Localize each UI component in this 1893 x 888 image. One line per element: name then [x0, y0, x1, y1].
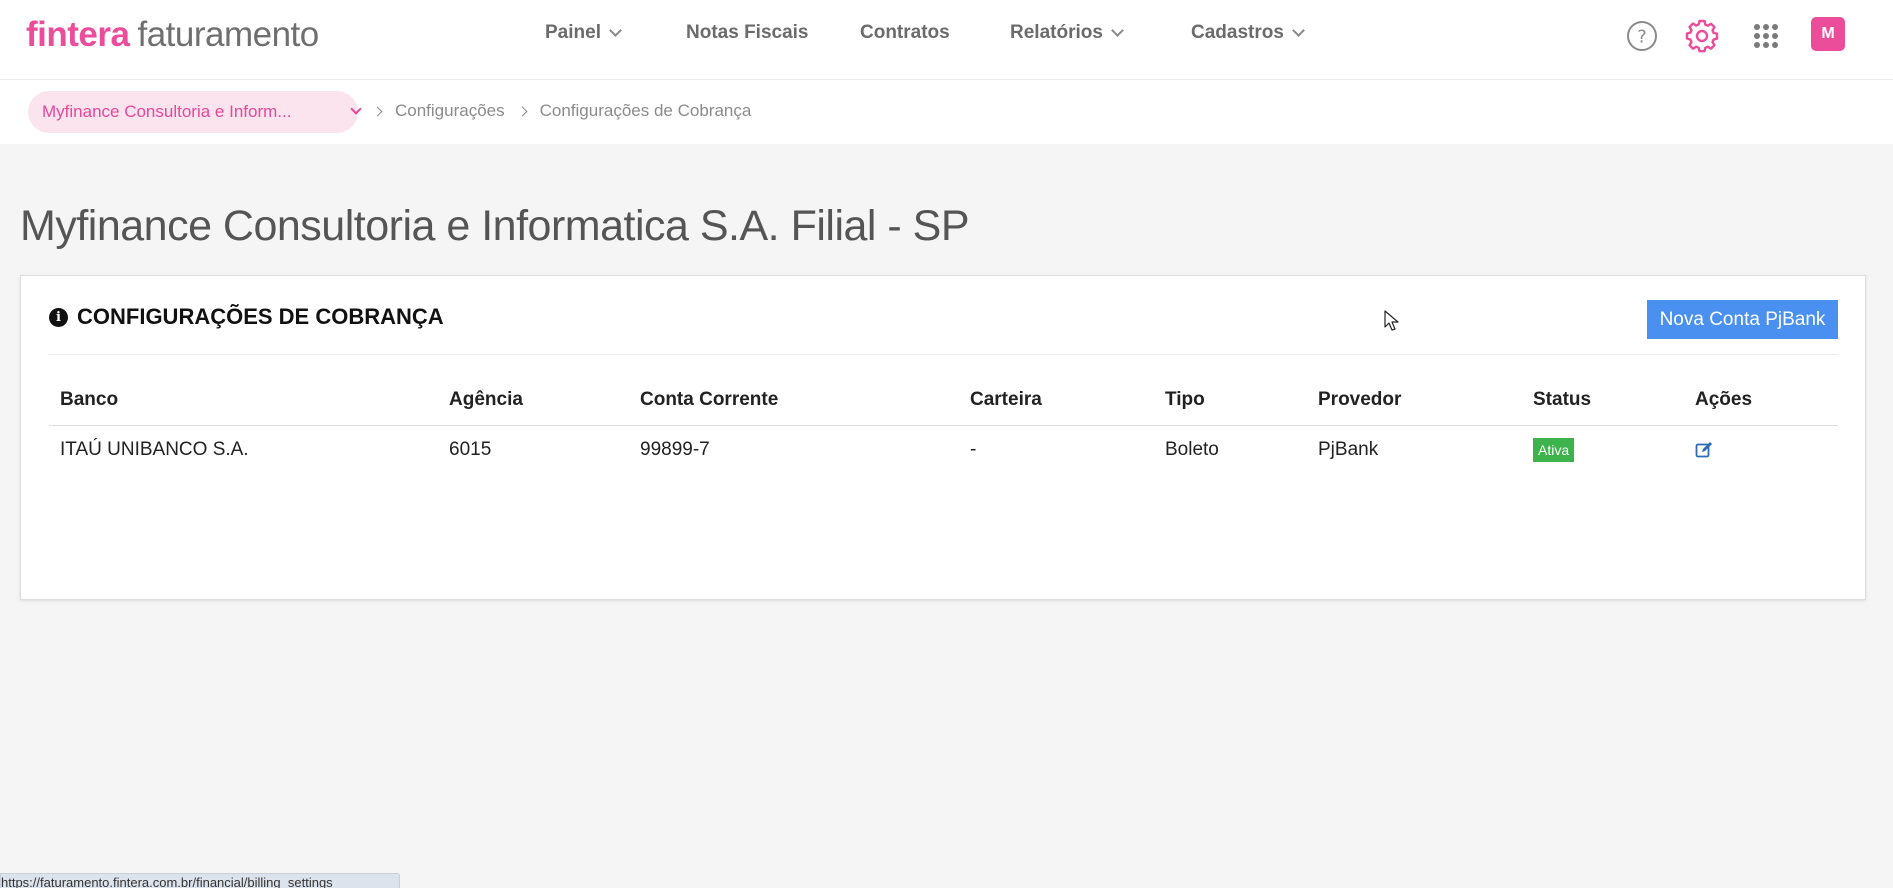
status-bar-url: https://faturamento.fintera.com.br/finan…	[0, 873, 400, 888]
nav-contratos[interactable]: Contratos	[860, 22, 950, 44]
svg-text:?: ?	[1637, 27, 1647, 48]
nav-cadastros-label: Cadastros	[1191, 22, 1284, 43]
page-title: Myfinance Consultoria e Informatica S.A.…	[20, 202, 970, 250]
new-pjbank-account-button[interactable]: Nova Conta PjBank	[1647, 300, 1838, 339]
gear-icon[interactable]	[1684, 18, 1720, 54]
brand-product: faturamento	[137, 15, 319, 54]
apps-grid-icon[interactable]	[1748, 18, 1784, 54]
column-header-acoes: Ações	[1684, 376, 1838, 426]
column-header-carteira: Carteira	[959, 376, 1154, 426]
cell-acoes	[1684, 425, 1838, 475]
user-avatar[interactable]: M	[1811, 17, 1845, 51]
top-navbar: fintera faturamento Painel Notas Fiscais …	[0, 0, 1893, 80]
brand-logo[interactable]: fintera faturamento	[26, 14, 319, 56]
breadcrumb-bar: Myfinance Consultoria e Inform... Config…	[0, 80, 1893, 144]
chevron-down-icon	[350, 103, 362, 115]
info-icon: i	[49, 307, 68, 327]
nav-cadastros[interactable]: Cadastros	[1191, 22, 1305, 44]
company-selector[interactable]: Myfinance Consultoria e Inform...	[28, 91, 362, 133]
column-header-banco: Banco	[49, 376, 438, 426]
cell-provedor: PjBank	[1318, 439, 1379, 461]
help-icon[interactable]: ?	[1624, 18, 1660, 54]
breadcrumb-configuracoes[interactable]: Configurações	[395, 101, 505, 121]
chevron-right-icon	[517, 106, 528, 116]
chevron-down-icon	[609, 24, 622, 37]
table-header-row: Banco Agência Conta Corrente Carteira Ti…	[49, 376, 1838, 426]
mouse-cursor-icon	[1384, 310, 1399, 331]
cell-conta-corrente: 99899-7	[640, 439, 710, 461]
nav-relatorios-label: Relatórios	[1010, 22, 1103, 43]
chevron-right-icon	[372, 106, 383, 116]
nav-painel[interactable]: Painel	[545, 22, 622, 44]
column-header-provedor: Provedor	[1307, 376, 1522, 426]
status-badge: Ativa	[1533, 438, 1575, 463]
brand-name: fintera	[26, 15, 130, 54]
column-header-status: Status	[1522, 376, 1684, 426]
column-header-tipo: Tipo	[1154, 376, 1307, 426]
nav-painel-label: Painel	[545, 22, 601, 43]
cell-carteira: -	[970, 439, 977, 461]
edit-icon[interactable]	[1695, 441, 1713, 459]
cell-banco: ITAÚ UNIBANCO S.A.	[60, 439, 249, 461]
column-header-agencia: Agência	[438, 376, 629, 426]
breadcrumb: Configurações Configurações de Cobrança	[372, 101, 752, 121]
cell-status: Ativa	[1522, 425, 1684, 475]
nav-relatorios[interactable]: Relatórios	[1010, 22, 1124, 44]
chevron-down-icon	[1292, 24, 1305, 37]
breadcrumb-configuracoes-cobranca: Configurações de Cobrança	[539, 101, 752, 120]
nav-notas-fiscais-label: Notas Fiscais	[686, 22, 809, 43]
company-selector-label: Myfinance Consultoria e Inform...	[42, 102, 292, 121]
card-divider	[49, 354, 1838, 355]
column-header-conta-corrente: Conta Corrente	[629, 376, 959, 426]
cell-tipo: Boleto	[1165, 439, 1219, 461]
chevron-down-icon	[1111, 24, 1124, 37]
cell-agencia: 6015	[449, 439, 492, 461]
table-row: ITAÚ UNIBANCO S.A. 6015 99899-7 - Boleto…	[49, 425, 1838, 475]
card-title: CONFIGURAÇÕES DE COBRANÇA	[77, 304, 444, 329]
billing-accounts-table: Banco Agência Conta Corrente Carteira Ti…	[49, 376, 1838, 475]
billing-settings-card: i CONFIGURAÇÕES DE COBRANÇA Nova Conta P…	[20, 275, 1866, 600]
nav-contratos-label: Contratos	[860, 22, 950, 43]
card-header: i CONFIGURAÇÕES DE COBRANÇA	[49, 304, 444, 330]
nav-notas-fiscais[interactable]: Notas Fiscais	[686, 22, 809, 44]
